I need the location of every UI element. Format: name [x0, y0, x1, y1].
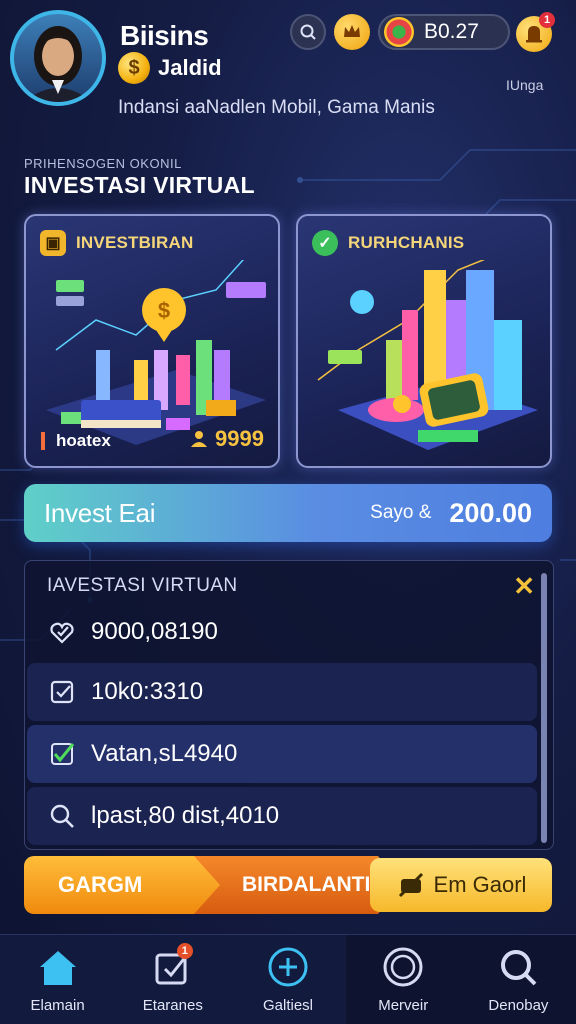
dollar-coin-icon: $ — [118, 52, 150, 84]
coin-row: $ Jaldid — [118, 52, 222, 84]
nav-search[interactable]: Denobay — [460, 935, 576, 1024]
list-item[interactable]: Vatan,sL4940 — [27, 725, 537, 783]
invest-sub-label: Sayo & — [370, 502, 432, 523]
nav-edit[interactable]: 1 Etaranes — [115, 935, 230, 1024]
plus-circle-icon — [266, 945, 310, 989]
nav-label: Denobay — [488, 997, 549, 1014]
search-icon — [47, 801, 77, 831]
card-footer-value: 9999 — [215, 426, 264, 451]
stat-bar-icon — [41, 432, 45, 450]
list-item[interactable]: 10k0:3310 — [27, 663, 537, 721]
coin-icon — [381, 945, 425, 989]
card-title: INVESTBIRAN — [76, 233, 194, 252]
nav-add[interactable]: Galtiesl — [230, 935, 345, 1024]
home-icon — [36, 945, 80, 989]
check-circle-icon: ✓ — [312, 230, 338, 256]
list-item[interactable]: 9000,08190 — [27, 603, 537, 661]
card-investment[interactable]: ▣ INVESTBIRAN $ hoatex 9999 — [24, 214, 280, 468]
nav-label: Galtiesl — [262, 997, 314, 1014]
section-kicker: PRIHENSOGEN OKONIL — [24, 156, 182, 171]
nav-label: Merveir — [378, 997, 429, 1014]
action-bar: BIRDALANTI GARGM Em Gaorl — [24, 856, 552, 914]
checkbox-icon — [47, 677, 77, 707]
nav-label: Etaranes — [142, 997, 203, 1014]
section-title: INVESTASI VIRTUAL — [24, 172, 255, 198]
coin-label: Jaldid — [158, 55, 222, 80]
list-item-value: 9000,08190 — [91, 618, 218, 645]
secondary-action-label: BIRDALANTI — [242, 873, 371, 896]
nav-label: Elamain — [30, 997, 85, 1014]
scrollbar[interactable] — [541, 573, 547, 843]
invest-bar[interactable]: Invest Eai Sayo & 200.00 — [24, 484, 552, 542]
notification-button[interactable]: 1 — [516, 12, 555, 52]
list-item-value: lpast,80 dist,4010 — [91, 802, 280, 829]
invest-amount: 200.00 — [449, 497, 532, 528]
primary-action-button[interactable]: GARGM — [24, 856, 220, 914]
nav-home[interactable]: Elamain — [0, 935, 115, 1024]
nav-wallet[interactable]: Merveir — [345, 935, 461, 1024]
briefcase-icon: ▣ — [40, 230, 66, 256]
balance-value: B0.27 — [424, 20, 479, 43]
svg-text:$: $ — [158, 298, 170, 323]
tertiary-action-button[interactable]: Em Gaorl — [370, 858, 552, 912]
balance-pill[interactable]: B0.27 — [378, 14, 510, 50]
top-actions: B0.27 — [290, 14, 510, 50]
search-button[interactable] — [290, 14, 326, 50]
primary-action-label: GARGM — [58, 872, 143, 897]
token-icon — [384, 17, 414, 47]
invest-label: Invest Eai — [44, 497, 156, 528]
list-item-value: 10k0:3310 — [91, 678, 204, 705]
list-item-value: Vatan,sL4940 — [91, 740, 238, 767]
header-subtitle: Indansi aaNadlen Mobil, Gama Manis — [118, 97, 435, 118]
crown-button[interactable] — [334, 14, 370, 50]
heart-check-icon — [47, 617, 77, 647]
avatar[interactable] — [10, 10, 106, 106]
search-icon — [496, 945, 540, 989]
checkmark-icon — [47, 739, 77, 769]
top-right-label: IUnga — [506, 77, 544, 93]
no-wallet-icon — [398, 872, 423, 898]
user-icon — [191, 431, 208, 447]
tertiary-action-label: Em Gaorl — [433, 872, 527, 897]
nav-badge: 1 — [176, 943, 193, 959]
list-item[interactable]: lpast,80 dist,4010 — [27, 787, 537, 845]
search-icon — [300, 24, 316, 40]
purchase-illustration — [317, 260, 538, 450]
notification-badge: 1 — [539, 12, 555, 28]
edit-icon: 1 — [151, 943, 195, 989]
card-footer-label: hoatex — [56, 431, 111, 450]
investment-list-panel: IAVESTASI VIRTUAN ✕ 9000,08190 10k0:3310… — [24, 560, 554, 850]
card-purchase[interactable]: ✓ RURHCHANIS — [296, 214, 552, 468]
user-name: Biisins — [120, 20, 209, 51]
close-icon[interactable]: ✕ — [513, 571, 535, 602]
card-title: RURHCHANIS — [348, 233, 465, 252]
panel-title: IAVESTASI VIRTUAN — [47, 575, 238, 596]
bottom-nav: Elamain 1 Etaranes Galtiesl Merveir Deno… — [0, 934, 576, 1024]
crown-icon — [344, 25, 360, 37]
